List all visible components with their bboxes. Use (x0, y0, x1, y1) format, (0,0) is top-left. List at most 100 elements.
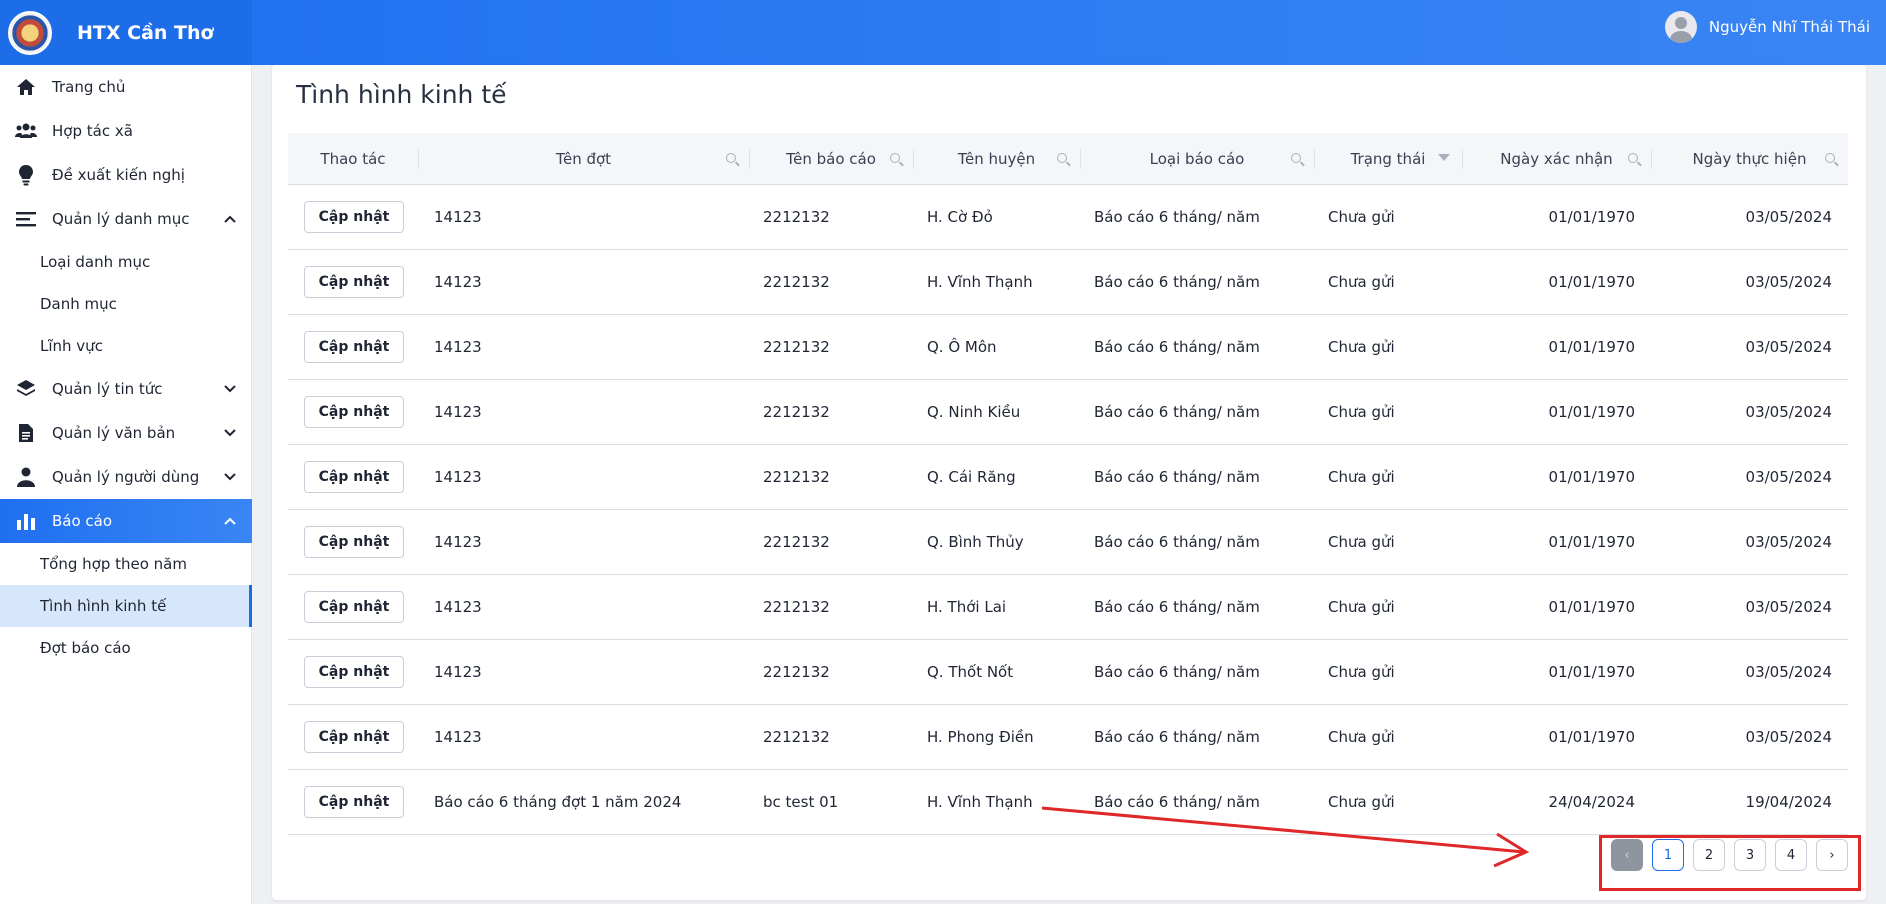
column-ten-huyen[interactable]: Tên huyện (913, 133, 1080, 185)
cell-ten-bao-cao: bc test 01 (763, 793, 839, 811)
cell-ngay-thuc-hien: 03/05/2024 (1745, 403, 1832, 421)
cell-loai-bao-cao: Báo cáo 6 tháng/ năm (1094, 728, 1260, 746)
cell-ngay-xac-nhan: 01/01/1970 (1548, 403, 1635, 421)
sidebar-sub-loai-danh-muc[interactable]: Loại danh mục (0, 241, 252, 283)
sidebar-item-quan-ly-tin-tuc[interactable]: Quản lý tin tức (0, 367, 252, 411)
content-panel: Tình hình kinh tế Thao tác Tên đợt Tên b… (272, 65, 1866, 900)
update-button[interactable]: Cập nhật (304, 201, 404, 233)
cell-thao-tac: Cập nhật (288, 185, 418, 250)
sidebar-item-bao-cao[interactable]: Báo cáo (0, 499, 252, 543)
cell-ten-dot: 14123 (434, 403, 482, 421)
cell-ngay-xac-nhan: 01/01/1970 (1548, 273, 1635, 291)
search-icon[interactable] (1055, 151, 1068, 164)
cell-ten-huyen: Q. Bình Thủy (927, 533, 1024, 551)
cell-thao-tac: Cập nhật (288, 770, 418, 835)
search-icon[interactable] (888, 151, 901, 164)
sidebar-item-hop-tac-xa[interactable]: Hợp tác xã (0, 109, 252, 153)
brand[interactable]: HTX Cần Thơ (0, 0, 252, 65)
column-trang-thai[interactable]: Trạng thái (1314, 133, 1462, 185)
sidebar-item-label: Báo cáo (52, 512, 113, 530)
sidebar-sub-danh-muc[interactable]: Danh mục (0, 283, 252, 325)
search-icon[interactable] (1626, 151, 1639, 164)
cell-ngay-xac-nhan: 01/01/1970 (1548, 533, 1635, 551)
update-button[interactable]: Cập nhật (304, 721, 404, 753)
cell-ngay-xac-nhan: 01/01/1970 (1548, 728, 1635, 746)
column-thao-tac: Thao tác (320, 150, 386, 168)
chevron-down-icon (224, 426, 236, 441)
cell-ten-bao-cao: 2212132 (763, 663, 830, 681)
cell-ngay-thuc-hien: 03/05/2024 (1745, 338, 1832, 356)
cell-trang-thai: Chưa gửi (1328, 793, 1395, 811)
cell-ngay-xac-nhan: 24/04/2024 (1548, 793, 1635, 811)
cell-ngay-thuc-hien: 03/05/2024 (1745, 728, 1832, 746)
sidebar-item-quan-ly-danh-muc[interactable]: Quản lý danh mục (0, 197, 252, 241)
cell-ngay-thuc-hien: 03/05/2024 (1745, 598, 1832, 616)
update-button[interactable]: Cập nhật (304, 396, 404, 428)
sidebar-item-quan-ly-van-ban[interactable]: Quản lý văn bản (0, 411, 252, 455)
user-icon (14, 465, 38, 489)
table-header: Thao tác Tên đợt Tên báo cáo Tên huyện L… (288, 133, 1848, 185)
column-ten-dot[interactable]: Tên đợt (418, 133, 749, 185)
user-menu[interactable]: Nguyễn Nhĩ Thái Thái (1664, 11, 1870, 43)
sidebar-sub-linh-vuc[interactable]: Lĩnh vực (0, 325, 252, 367)
sidebar-item-quan-ly-nguoi-dung[interactable]: Quản lý người dùng (0, 455, 252, 499)
lightbulb-icon (14, 163, 38, 187)
column-ngay-thuc-hien[interactable]: Ngày thực hiện (1651, 133, 1848, 185)
cell-trang-thai: Chưa gửi (1328, 273, 1395, 291)
update-button[interactable]: Cập nhật (304, 461, 404, 493)
cell-ten-huyen: H. Cờ Đỏ (927, 208, 993, 226)
annotation-highlight-box (1599, 835, 1861, 891)
update-button[interactable]: Cập nhật (304, 786, 404, 818)
sidebar-sub-tong-hop-theo-nam[interactable]: Tổng hợp theo năm (0, 543, 252, 585)
cell-loai-bao-cao: Báo cáo 6 tháng/ năm (1094, 533, 1260, 551)
search-icon[interactable] (1289, 151, 1302, 164)
cell-loai-bao-cao: Báo cáo 6 tháng/ năm (1094, 793, 1260, 811)
cell-ten-bao-cao: 2212132 (763, 598, 830, 616)
cell-trang-thai: Chưa gửi (1328, 728, 1395, 746)
cell-ngay-thuc-hien: 03/05/2024 (1745, 273, 1832, 291)
filter-icon[interactable] (1437, 151, 1450, 164)
search-icon[interactable] (1823, 151, 1836, 164)
chevron-down-icon (224, 470, 236, 485)
sidebar-item-label: Hợp tác xã (52, 122, 133, 140)
cell-ten-bao-cao: 2212132 (763, 338, 830, 356)
table-row: Cập nhật 14123 2212132 Q. Bình Thủy Báo cáo … (288, 510, 1848, 575)
cell-ngay-thuc-hien: 03/05/2024 (1745, 208, 1832, 226)
logo (8, 10, 52, 55)
cell-thao-tac: Cập nhật (288, 445, 418, 510)
column-ten-bao-cao[interactable]: Tên báo cáo (749, 133, 913, 185)
report-table: Thao tác Tên đợt Tên báo cáo Tên huyện L… (288, 133, 1848, 835)
cell-ten-bao-cao: 2212132 (763, 533, 830, 551)
sidebar-item-home[interactable]: Trang chủ (0, 65, 252, 109)
table-row: Cập nhật 14123 2212132 Q. Thốt Nốt Báo cáo 6… (288, 640, 1848, 705)
cell-ten-dot: Báo cáo 6 tháng đợt 1 năm 2024 (434, 793, 682, 811)
column-ngay-xac-nhan[interactable]: Ngày xác nhận (1462, 133, 1651, 185)
cell-trang-thai: Chưa gửi (1328, 598, 1395, 616)
users-icon (14, 119, 38, 143)
update-button[interactable]: Cập nhật (304, 266, 404, 298)
update-button[interactable]: Cập nhật (304, 591, 404, 623)
cell-ten-huyen: H. Thới Lai (927, 598, 1007, 616)
sidebar-item-label: Quản lý người dùng (52, 468, 200, 486)
sidebar-sub-tinh-hinh-kinh-te[interactable]: Tình hình kinh tế (0, 585, 252, 627)
cell-loai-bao-cao: Báo cáo 6 tháng/ năm (1094, 598, 1260, 616)
table-row: Cập nhật Báo cáo 6 tháng đợt 1 năm 2024 bc… (288, 770, 1848, 835)
cell-ten-dot: 14123 (434, 468, 482, 486)
cell-trang-thai: Chưa gửi (1328, 533, 1395, 551)
sidebar-sub-dot-bao-cao[interactable]: Đợt báo cáo (0, 627, 252, 669)
cell-trang-thai: Chưa gửi (1328, 338, 1395, 356)
cell-loai-bao-cao: Báo cáo 6 tháng/ năm (1094, 663, 1260, 681)
update-button[interactable]: Cập nhật (304, 331, 404, 363)
cell-ten-dot: 14123 (434, 533, 482, 551)
cell-loai-bao-cao: Báo cáo 6 tháng/ năm (1094, 273, 1260, 291)
cell-ngay-thuc-hien: 03/05/2024 (1745, 533, 1832, 551)
cell-loai-bao-cao: Báo cáo 6 tháng/ năm (1094, 208, 1260, 226)
chevron-up-icon (224, 514, 236, 529)
sidebar-item-de-xuat[interactable]: Đề xuất kiến nghị (0, 153, 252, 197)
cell-ten-huyen: Q. Ô Môn (927, 338, 997, 356)
cell-ten-huyen: H. Vĩnh Thạnh (927, 273, 1033, 291)
column-loai-bao-cao[interactable]: Loại báo cáo (1080, 133, 1314, 185)
search-icon[interactable] (724, 151, 737, 164)
update-button[interactable]: Cập nhật (304, 656, 404, 688)
update-button[interactable]: Cập nhật (304, 526, 404, 558)
